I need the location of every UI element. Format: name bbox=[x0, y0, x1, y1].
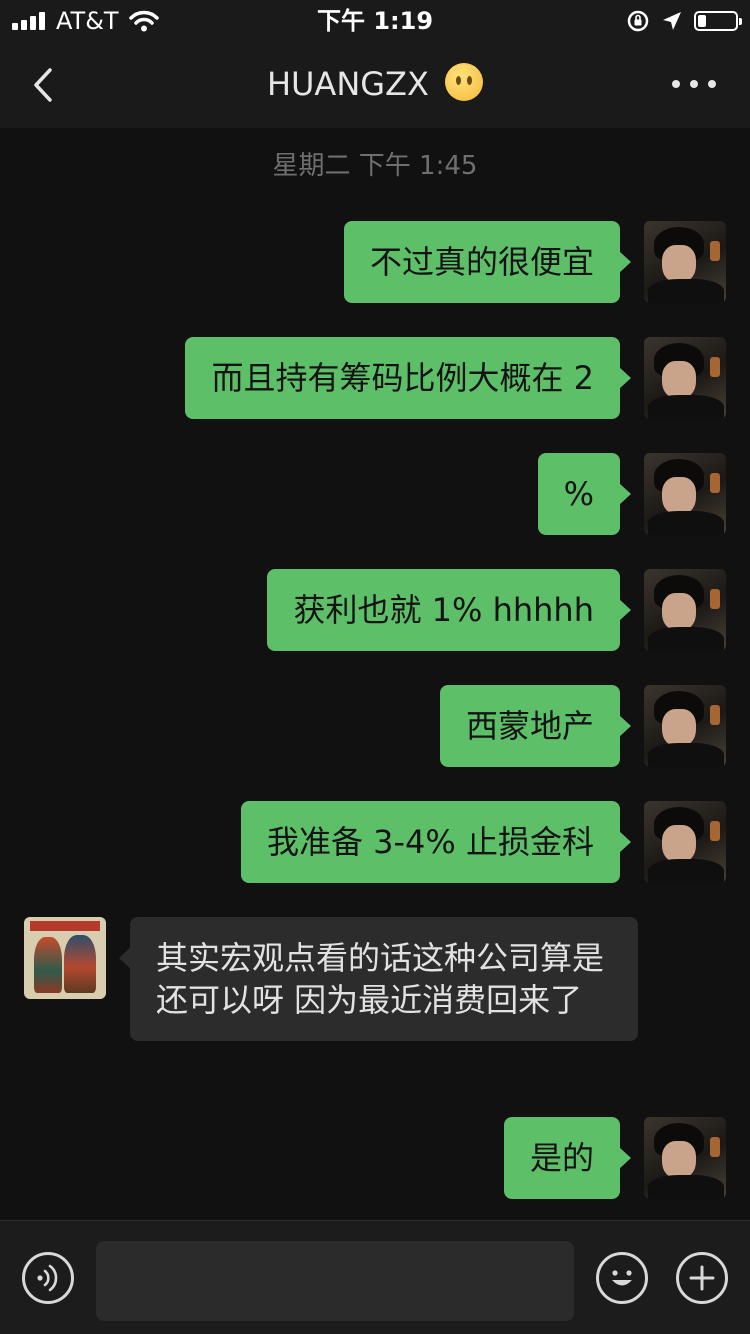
voice-icon bbox=[37, 1264, 58, 1292]
input-bar bbox=[0, 1220, 750, 1334]
avatar[interactable] bbox=[644, 221, 726, 303]
emoji-icon bbox=[612, 1270, 632, 1286]
chat-area[interactable]: 星期二 下午 1:45 不过真的很便宜 而且持有筹码比例大概在 2 % 获利也就… bbox=[0, 128, 750, 1220]
battery-icon bbox=[694, 11, 742, 31]
message-bubble-outgoing[interactable]: 不过真的很便宜 bbox=[343, 221, 632, 303]
emoji-button[interactable] bbox=[596, 1252, 648, 1304]
message-bubble-outgoing[interactable]: 西蒙地产 bbox=[439, 685, 632, 767]
message-input[interactable] bbox=[96, 1241, 574, 1321]
message-bubble-outgoing[interactable]: 我准备 3-4% 止损金科 bbox=[240, 801, 632, 883]
avatar[interactable] bbox=[644, 685, 726, 767]
smiley-emoji-icon bbox=[445, 63, 484, 101]
more-dots-icon[interactable] bbox=[672, 72, 716, 96]
plus-icon bbox=[689, 1265, 715, 1291]
chat-title: HUANGZX bbox=[0, 62, 750, 106]
message-bubble-outgoing[interactable]: % bbox=[537, 453, 632, 535]
status-icons bbox=[626, 6, 742, 36]
message-bubble-incoming[interactable]: 其实宏观点看的话这种公司算是还可以呀 因为最近消费回来了 bbox=[119, 917, 638, 1041]
nav-bar: HUANGZX bbox=[0, 42, 750, 128]
avatar[interactable] bbox=[644, 569, 726, 651]
avatar[interactable] bbox=[644, 337, 726, 419]
voice-button[interactable] bbox=[22, 1252, 74, 1304]
message-bubble-outgoing[interactable]: 而且持有筹码比例大概在 2 bbox=[185, 337, 631, 419]
message-timestamp: 星期二 下午 1:45 bbox=[272, 151, 478, 181]
contact-name: HUANGZX bbox=[266, 65, 429, 103]
avatar[interactable] bbox=[24, 917, 106, 999]
message-bubble-outgoing[interactable]: 获利也就 1% hhhhh bbox=[267, 569, 631, 651]
orientation-lock-icon bbox=[627, 10, 649, 32]
plus-button[interactable] bbox=[676, 1252, 728, 1304]
location-icon bbox=[663, 12, 681, 30]
status-bar: AT&T 下午 1:19 bbox=[0, 0, 750, 42]
avatar[interactable] bbox=[644, 1117, 726, 1199]
message-bubble-outgoing[interactable]: 是的 bbox=[503, 1117, 632, 1199]
chat-screen: AT&T 下午 1:19 HUANGZX 星期二 下午 1:45 不过真的很便宜… bbox=[0, 0, 750, 1334]
avatar[interactable] bbox=[644, 453, 726, 535]
avatar[interactable] bbox=[644, 801, 726, 883]
